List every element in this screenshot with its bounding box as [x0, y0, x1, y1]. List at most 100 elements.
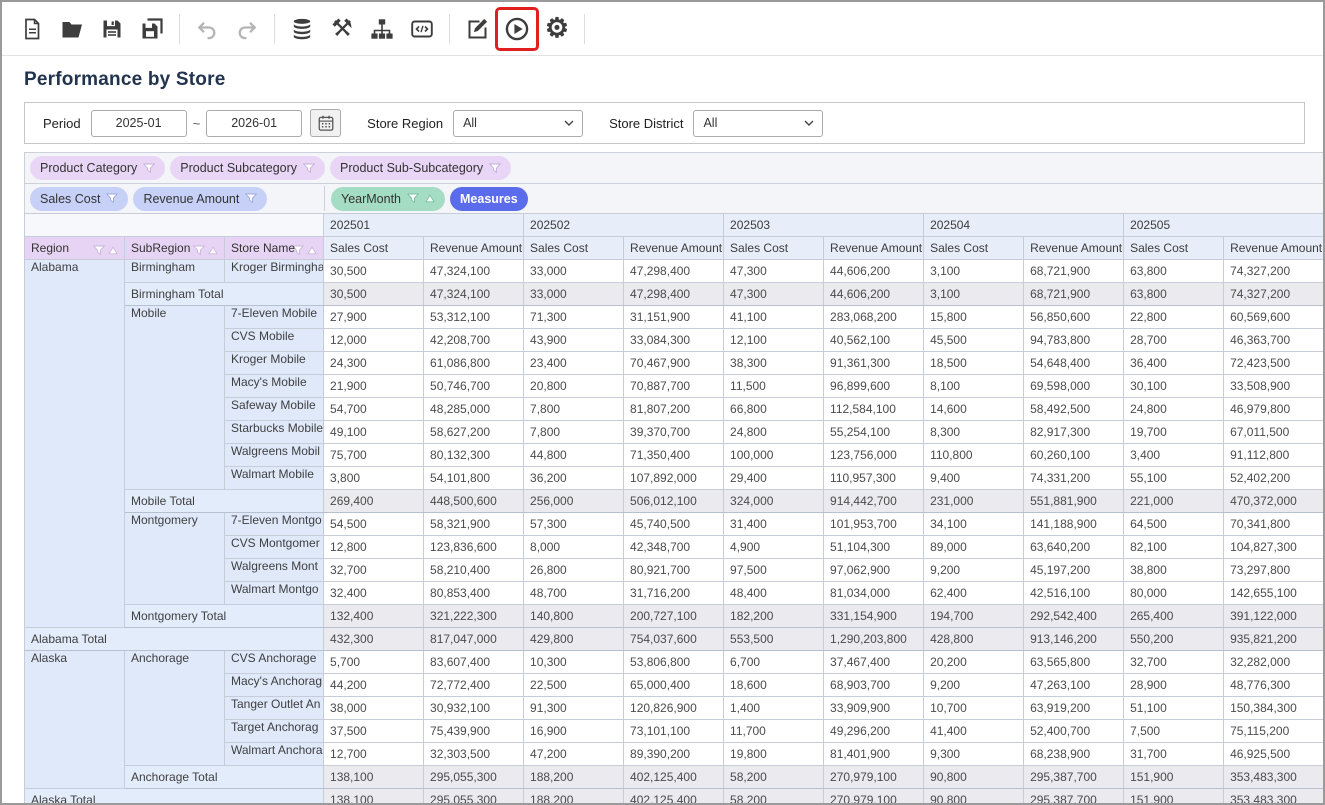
- open-folder-icon: [60, 17, 84, 41]
- measure-column-header[interactable]: Revenue Amount: [424, 237, 524, 260]
- data-cell: 97,500: [724, 559, 824, 582]
- chevron-down-icon: [804, 120, 814, 126]
- region-header[interactable]: Region: [25, 237, 125, 260]
- period-to-input[interactable]: [206, 110, 302, 137]
- data-cell: 9,200: [924, 559, 1024, 582]
- measure-column-header[interactable]: Revenue Amount: [1224, 237, 1324, 260]
- data-cell: 71,350,400: [624, 444, 724, 467]
- redo-button[interactable]: [227, 9, 267, 49]
- subregion-cell: Anchorage: [125, 651, 225, 766]
- database-button[interactable]: [282, 9, 322, 49]
- data-cell: 82,917,300: [1024, 421, 1124, 444]
- settings-button[interactable]: ⚙: [537, 9, 577, 49]
- month-column-header[interactable]: 202502: [524, 214, 724, 237]
- filter-fields-row: Product Category Product Subcategory Pro…: [25, 153, 1325, 183]
- data-cell: 12,000: [324, 329, 424, 352]
- filter-icon[interactable]: [489, 163, 501, 174]
- calendar-button[interactable]: [310, 109, 341, 137]
- region-total-label: Alabama Total: [25, 628, 324, 651]
- data-cell: 47,324,100: [424, 260, 524, 283]
- data-cell: 27,900: [324, 306, 424, 329]
- field-chip-sales-cost[interactable]: Sales Cost: [30, 187, 128, 211]
- total-cell: 432,300: [324, 628, 424, 651]
- sort-asc-icon[interactable]: [208, 246, 218, 255]
- data-cell: 68,238,900: [1024, 743, 1124, 766]
- data-cell: 22,500: [524, 674, 624, 697]
- save-all-button[interactable]: [132, 9, 172, 49]
- store-region-select[interactable]: All: [453, 110, 583, 137]
- store-name-header[interactable]: Store Name: [225, 237, 324, 260]
- data-cell: 64,500: [1124, 513, 1224, 536]
- undo-button[interactable]: [187, 9, 227, 49]
- measure-column-header[interactable]: Sales Cost: [1124, 237, 1224, 260]
- data-cell: 97,062,900: [824, 559, 924, 582]
- measure-column-header[interactable]: Revenue Amount: [1024, 237, 1124, 260]
- data-cell: 31,151,900: [624, 306, 724, 329]
- month-column-header[interactable]: 202505: [1124, 214, 1324, 237]
- code-view-button[interactable]: [402, 9, 442, 49]
- subregion-header[interactable]: SubRegion: [125, 237, 225, 260]
- new-document-button[interactable]: [12, 9, 52, 49]
- store-district-select[interactable]: All: [693, 110, 823, 137]
- filter-icon[interactable]: [407, 193, 419, 204]
- store-cell: CVS Mobile: [225, 329, 324, 352]
- save-all-icon: [140, 17, 164, 41]
- data-cell: 47,263,100: [1024, 674, 1124, 697]
- data-cell: 55,100: [1124, 467, 1224, 490]
- data-cell: 32,400: [324, 582, 424, 605]
- data-cell: 81,807,200: [624, 398, 724, 421]
- data-cell: 31,700: [1124, 743, 1224, 766]
- measure-column-header[interactable]: Sales Cost: [524, 237, 624, 260]
- edit-button[interactable]: [457, 9, 497, 49]
- open-folder-button[interactable]: [52, 9, 92, 49]
- filter-icon[interactable]: [193, 245, 205, 256]
- data-cell: 54,101,800: [424, 467, 524, 490]
- field-chip-yearmonth[interactable]: YearMonth: [331, 187, 445, 211]
- filter-icon[interactable]: [245, 193, 257, 204]
- run-button[interactable]: [497, 9, 537, 49]
- data-cell: 73,297,800: [1224, 559, 1324, 582]
- field-chip-revenue-amount[interactable]: Revenue Amount: [133, 187, 267, 211]
- total-cell: 47,298,400: [624, 283, 724, 306]
- total-cell: 58,200: [724, 789, 824, 805]
- month-column-header[interactable]: 202504: [924, 214, 1124, 237]
- total-cell: 151,900: [1124, 789, 1224, 805]
- filter-icon[interactable]: [143, 163, 155, 174]
- data-cell: 28,700: [1124, 329, 1224, 352]
- total-cell: 353,483,300: [1224, 766, 1324, 789]
- sort-asc-icon[interactable]: [307, 246, 317, 255]
- month-column-header[interactable]: 202501: [324, 214, 524, 237]
- filter-icon[interactable]: [106, 193, 118, 204]
- total-cell: 58,200: [724, 766, 824, 789]
- total-cell: 353,483,300: [1224, 789, 1324, 805]
- filter-icon[interactable]: [93, 245, 105, 256]
- data-cell: 37,500: [324, 720, 424, 743]
- measure-column-header[interactable]: Revenue Amount: [624, 237, 724, 260]
- sort-asc-icon[interactable]: [425, 194, 435, 203]
- data-cell: 36,400: [1124, 352, 1224, 375]
- subtotal-label: Montgomery Total: [125, 605, 324, 628]
- tools-icon: ⚒: [331, 17, 353, 41]
- field-chip-measures[interactable]: Measures: [450, 187, 528, 211]
- sort-asc-icon[interactable]: [108, 246, 118, 255]
- field-chip-product-sub-subcategory[interactable]: Product Sub-Subcategory: [330, 156, 511, 180]
- month-column-header[interactable]: 202503: [724, 214, 924, 237]
- filter-icon[interactable]: [303, 163, 315, 174]
- measure-column-header[interactable]: Sales Cost: [724, 237, 824, 260]
- measure-column-header[interactable]: Sales Cost: [924, 237, 1024, 260]
- table-row: Mobile7-Eleven Mobile27,90053,312,10071,…: [25, 306, 1324, 329]
- data-cell: 41,100: [724, 306, 824, 329]
- data-cell: 51,104,300: [824, 536, 924, 559]
- data-cell: 80,921,700: [624, 559, 724, 582]
- measure-column-header[interactable]: Revenue Amount: [824, 237, 924, 260]
- measure-column-header[interactable]: Sales Cost: [324, 237, 424, 260]
- field-chip-product-subcategory[interactable]: Product Subcategory: [170, 156, 325, 180]
- tools-button[interactable]: ⚒: [322, 9, 362, 49]
- data-cell: 44,606,200: [824, 260, 924, 283]
- data-cell: 10,300: [524, 651, 624, 674]
- field-chip-product-category[interactable]: Product Category: [30, 156, 165, 180]
- period-from-input[interactable]: [91, 110, 187, 137]
- total-cell: 550,200: [1124, 628, 1224, 651]
- hierarchy-button[interactable]: [362, 9, 402, 49]
- save-button[interactable]: [92, 9, 132, 49]
